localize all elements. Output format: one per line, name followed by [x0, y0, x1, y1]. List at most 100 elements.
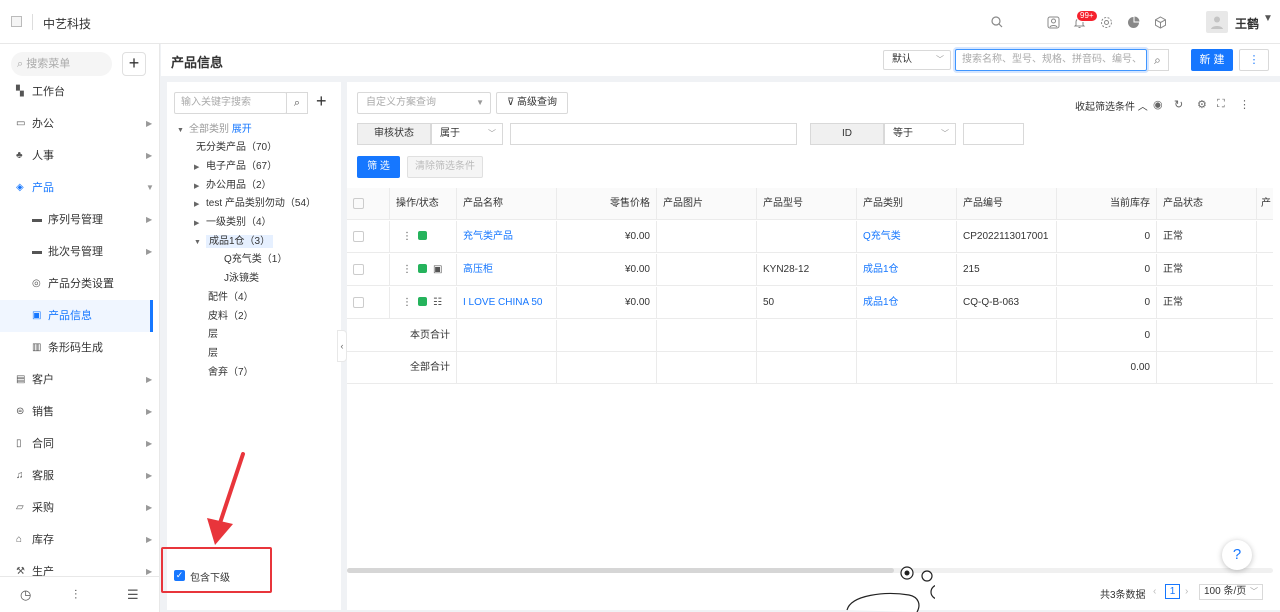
select-all-checkbox[interactable] — [353, 198, 364, 209]
more-vertical-icon[interactable]: ⋮ — [402, 221, 412, 252]
cube-icon[interactable] — [1152, 14, 1168, 30]
user-name[interactable]: 王鹤 — [1235, 15, 1259, 32]
product-name-link[interactable]: I LOVE CHINA 50 — [457, 287, 557, 318]
column-header[interactable]: 产品类别 — [857, 188, 957, 219]
table-row[interactable]: ⋮ ▣ 高压柜 ¥0.00 KYN28-12 成品1仓 215 0 正常 — [347, 254, 1273, 286]
table-row[interactable]: ⋮ 充气类产品 ¥0.00 Q充气类 CP2022113017001 0 正常 — [347, 221, 1273, 253]
product-name-link[interactable]: 充气类产品 — [457, 221, 557, 252]
table-row[interactable]: ⋮ ☷ I LOVE CHINA 50 ¥0.00 50 成品1仓 CQ-Q-B-… — [347, 287, 1273, 319]
clear-filters-button[interactable]: 清除筛选条件 — [407, 156, 483, 178]
product-name-link[interactable]: 高压柜 — [457, 254, 557, 285]
fullscreen-icon[interactable]: ⛶ — [1217, 98, 1225, 111]
tree-node[interactable]: 配件（4） — [208, 290, 254, 308]
tree-node[interactable]: 层 — [208, 327, 218, 345]
avatar[interactable] — [1206, 11, 1228, 33]
column-header[interactable]: 产品编号 — [957, 188, 1057, 219]
advanced-query-button[interactable]: ⊽ 高级查询 — [496, 92, 568, 114]
custom-scheme-select[interactable]: 自定义方案查询 ▼ — [357, 92, 491, 114]
category-link[interactable]: 成品1仓 — [857, 287, 957, 318]
expand-all-link[interactable]: 展开 — [232, 124, 252, 135]
pager-current-page[interactable]: 1 — [1165, 584, 1180, 599]
id-input[interactable] — [963, 123, 1024, 145]
sidebar-item-serial[interactable]: ▬ 序列号管理 ▶ — [0, 204, 160, 236]
tree-node-selected[interactable]: ▼ 成品1仓（3） — [194, 234, 274, 252]
sidebar-item-inventory[interactable]: ⌂ 库存 ▶ — [0, 524, 160, 556]
tree-node[interactable]: Q充气类（1） — [224, 252, 287, 270]
tree-node[interactable]: 皮料（2） — [208, 309, 254, 327]
more-vertical-icon[interactable]: ⋮ — [402, 254, 412, 285]
gear-icon[interactable] — [1098, 14, 1114, 30]
tree-node[interactable]: ▶ 一级类别（4） — [194, 215, 272, 233]
add-menu-button[interactable]: + — [122, 52, 146, 76]
more-vertical-icon[interactable]: ⋮ — [1239, 98, 1250, 111]
sidebar-item-customer[interactable]: ▤ 客户 ▶ — [0, 364, 160, 396]
row-checkbox[interactable] — [353, 231, 364, 242]
tree-search-input[interactable]: 输入关键字搜索 — [174, 92, 287, 114]
sidebar-item-workbench[interactable]: ▚ 工作台 — [0, 76, 160, 108]
sidebar-item-batch[interactable]: ▬ 批次号管理 ▶ — [0, 236, 160, 268]
tree-node[interactable]: 舍弃（7） — [208, 365, 254, 383]
refresh-icon[interactable]: ↻ — [1174, 98, 1183, 111]
pager-prev-button[interactable]: ‹ — [1153, 586, 1156, 597]
contacts-icon[interactable] — [1045, 14, 1061, 30]
tree-node[interactable]: 无分类产品（70） — [196, 140, 277, 158]
horizontal-scrollbar[interactable] — [347, 568, 894, 573]
sidebar-item-barcode[interactable]: ▥ 条形码生成 — [0, 332, 160, 364]
filter-button[interactable]: 筛 选 — [357, 156, 400, 178]
column-header[interactable]: 产品状态 — [1157, 188, 1257, 219]
row-checkbox[interactable] — [353, 264, 364, 275]
sidebar-item-product[interactable]: ◈ 产品 ▼ — [0, 172, 160, 204]
sidebar-search-input[interactable]: ⌕ 搜索菜单 — [11, 52, 112, 76]
sidebar-item-sales[interactable]: ⊜ 销售 ▶ — [0, 396, 160, 428]
sidebar-item-production[interactable]: ⚒ 生产 ▶ — [0, 556, 160, 576]
tree-node[interactable]: ▶ 办公用品（2） — [194, 178, 272, 196]
column-header[interactable]: 产 — [1257, 188, 1273, 219]
column-header[interactable]: 产品名称 — [457, 188, 557, 219]
view-select[interactable]: 默认 ﹀ — [883, 50, 951, 70]
sidebar-item-office[interactable]: ▭ 办公 ▶ — [0, 108, 160, 140]
sidebar-item-hr[interactable]: ♣ 人事 ▶ — [0, 140, 160, 172]
column-header[interactable]: 当前库存 — [1057, 188, 1157, 219]
pie-chart-icon[interactable] — [1125, 14, 1141, 30]
column-header[interactable]: 产品型号 — [757, 188, 857, 219]
history-icon[interactable]: ◷ — [20, 587, 31, 603]
column-header[interactable]: 零售价格 — [557, 188, 657, 219]
tune-icon[interactable]: ⫶ — [74, 587, 77, 603]
audit-status-input[interactable] — [510, 123, 797, 145]
id-operator-select[interactable]: 等于 ﹀ — [884, 123, 956, 145]
new-button[interactable]: 新 建 — [1191, 49, 1233, 71]
tree-search-button[interactable]: ⌕ — [286, 92, 308, 114]
sidebar-item-product-info[interactable]: ▣ 产品信息 — [0, 300, 153, 332]
include-children-checkbox[interactable]: ✓ — [174, 570, 185, 581]
sidebar-item-contract[interactable]: ▯ 合同 ▶ — [0, 428, 160, 460]
tree-node[interactable]: ▶ 电子产品（67） — [194, 159, 277, 177]
column-header[interactable]: 产品图片 — [657, 188, 757, 219]
user-caret-icon[interactable]: ▼ — [1263, 13, 1273, 24]
view-icon[interactable]: ◉ — [1153, 98, 1163, 111]
audit-operator-select[interactable]: 属于 ﹀ — [431, 123, 503, 145]
search-button[interactable]: ⌕ — [1147, 49, 1169, 71]
tree-node[interactable]: 层 — [208, 346, 218, 364]
tree-root[interactable]: ▼ 全部类别 展开 — [177, 122, 252, 140]
column-header[interactable]: 操作/状态 — [390, 188, 457, 219]
product-search-input[interactable]: 搜索名称、型号、规格、拼音码、编号、 — [955, 49, 1147, 71]
tree-collapse-handle[interactable]: ‹ — [337, 330, 347, 362]
tree-node[interactable]: J泳镜类 — [224, 271, 259, 289]
category-link[interactable]: Q充气类 — [857, 221, 957, 252]
more-vertical-icon[interactable]: ⋮ — [402, 287, 412, 318]
sidebar-item-service[interactable]: ♫ 客服 ▶ — [0, 460, 160, 492]
sidebar-item-category-settings[interactable]: ◎ 产品分类设置 — [0, 268, 160, 300]
search-icon[interactable] — [989, 14, 1005, 30]
collapse-menu-icon[interactable]: ☰ — [127, 587, 139, 603]
settings-icon[interactable]: ⚙ — [1197, 98, 1207, 111]
sidebar-item-purchase[interactable]: ▱ 采购 ▶ — [0, 492, 160, 524]
add-category-icon[interactable]: + — [316, 91, 327, 112]
category-link[interactable]: 成品1仓 — [857, 254, 957, 285]
collapse-filters-button[interactable]: 收起筛选条件 ︿ — [1075, 98, 1148, 113]
row-checkbox[interactable] — [353, 297, 364, 308]
more-button[interactable]: ⋮ — [1239, 49, 1269, 71]
help-button[interactable]: ? — [1222, 540, 1252, 570]
pager-next-button[interactable]: › — [1185, 586, 1188, 597]
page-size-select[interactable]: 100 条/页 ﹀ — [1199, 584, 1263, 600]
tree-node[interactable]: ▶ test 产品类别勿动（54） — [194, 196, 316, 214]
